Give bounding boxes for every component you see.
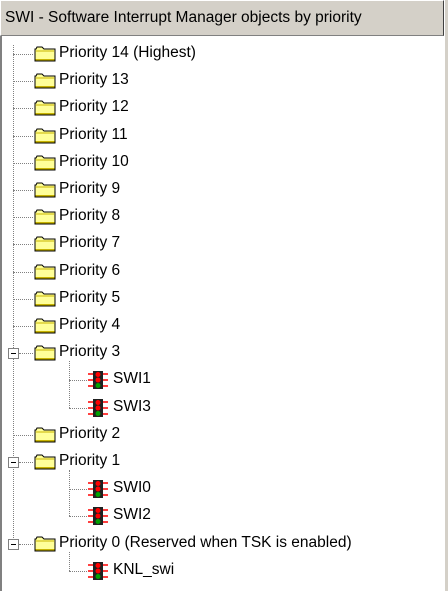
tree-connector-line — [69, 489, 87, 491]
folder-icon — [34, 128, 56, 144]
tree-node-label[interactable]: Priority 6 — [59, 262, 120, 280]
tree-connector-line — [13, 326, 33, 327]
object-tree: Priority 14 (Highest) Priority 13 Priority… — [0, 36, 444, 591]
tree-node-label[interactable]: Priority 1 — [59, 452, 120, 470]
column-header[interactable]: SWI - Software Interrupt Manager objects… — [0, 0, 444, 36]
tree-connector-line — [19, 462, 33, 463]
tree-node-swi[interactable] — [0, 395, 444, 421]
tree-connector-line — [69, 570, 87, 572]
folder-icon — [34, 182, 56, 198]
tree-node-label[interactable]: Priority 14 (Highest) — [59, 44, 196, 62]
tree-node-label[interactable]: Priority 9 — [59, 180, 120, 198]
tree-node-label[interactable]: KNL_swi — [113, 561, 174, 579]
tree-node-label[interactable]: Priority 8 — [59, 207, 120, 225]
tree-node-label[interactable]: Priority 10 — [59, 153, 129, 171]
swi-object-icon — [87, 479, 109, 499]
tree-connector-line — [69, 516, 87, 518]
collapse-toggle-icon[interactable] — [8, 457, 19, 468]
tree-node-label[interactable]: SWI2 — [113, 506, 151, 524]
tree-node-label[interactable]: SWI1 — [113, 370, 151, 388]
tree-node-label[interactable]: Priority 4 — [59, 316, 120, 334]
tree-node-label[interactable]: Priority 13 — [59, 71, 129, 89]
tree-connector-line — [13, 271, 33, 273]
swi-tree-pane: SWI - Software Interrupt Manager objects… — [0, 0, 448, 591]
tree-connector-line — [19, 353, 33, 355]
tree-node-label[interactable]: SWI3 — [113, 398, 151, 416]
tree-connector-line — [69, 407, 87, 409]
swi-object-icon — [87, 506, 109, 526]
folder-icon — [34, 236, 56, 252]
folder-icon — [34, 427, 56, 443]
tree-node-swi[interactable] — [0, 503, 444, 529]
tree-connector-line — [13, 135, 33, 137]
folder-icon — [34, 209, 56, 225]
collapse-toggle-icon[interactable] — [8, 348, 19, 360]
tree-node-label[interactable]: SWI0 — [113, 479, 151, 497]
folder-icon — [34, 454, 56, 470]
tree-node-swi[interactable] — [0, 367, 444, 393]
tree-node-label[interactable]: Priority 3 — [59, 343, 120, 361]
folder-icon — [34, 291, 56, 307]
tree-node-label[interactable]: Priority 12 — [59, 98, 129, 116]
vertical-scrollbar-edge[interactable] — [444, 0, 448, 591]
tree-connector-line — [19, 543, 33, 545]
folder-icon — [34, 73, 56, 89]
column-header-title: SWI - Software Interrupt Manager objects… — [5, 9, 362, 26]
tree-connector-line — [13, 81, 33, 83]
swi-object-icon — [87, 370, 109, 390]
folder-icon — [34, 318, 56, 334]
tree-connector-line — [13, 54, 33, 55]
folder-icon — [34, 155, 56, 171]
folder-icon — [34, 264, 56, 280]
tree-node-label[interactable]: Priority 11 — [59, 126, 128, 144]
swi-object-icon — [87, 398, 109, 418]
tree-node-swi[interactable] — [0, 558, 444, 584]
tree-connector-line — [13, 190, 33, 191]
collapse-toggle-icon[interactable] — [8, 538, 19, 550]
tree-node-label[interactable]: Priority 0 (Reserved when TSK is enabled… — [59, 534, 352, 552]
tree-node-label[interactable]: Priority 2 — [59, 425, 120, 443]
folder-icon — [34, 345, 56, 361]
tree-connector-line — [13, 298, 33, 300]
tree-connector-line — [13, 434, 33, 436]
folder-icon — [34, 100, 56, 116]
folder-icon — [34, 46, 56, 62]
tree-connector-line — [69, 380, 87, 382]
tree-connector-line — [13, 162, 33, 164]
folder-icon — [34, 536, 56, 552]
tree-node-swi[interactable] — [0, 476, 444, 502]
swi-object-icon — [87, 561, 109, 581]
tree-connector-line — [13, 108, 33, 110]
tree-node-label[interactable]: Priority 5 — [59, 289, 120, 307]
tree-connector-line — [13, 244, 33, 246]
tree-node-label[interactable]: Priority 7 — [59, 234, 120, 252]
tree-connector-line — [13, 217, 33, 219]
